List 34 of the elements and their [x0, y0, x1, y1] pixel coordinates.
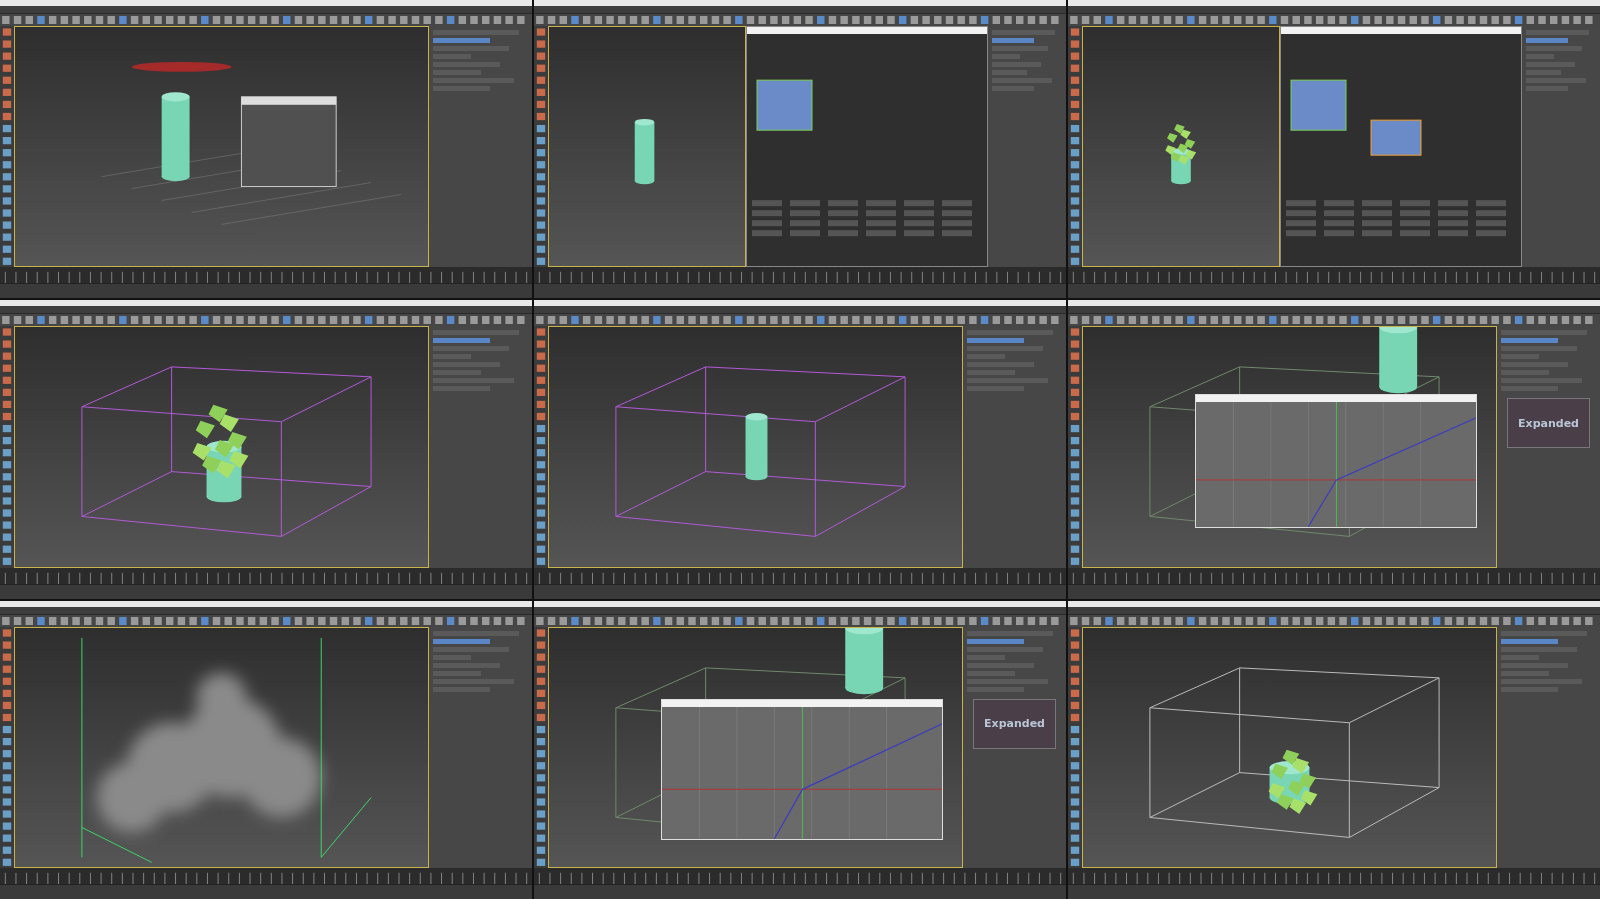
- side-icons-drawing[interactable]: [534, 26, 548, 268]
- timeline-track[interactable]: [534, 868, 1066, 884]
- side-icons-drawing[interactable]: [534, 326, 548, 568]
- side-icons-drawing[interactable]: [1068, 326, 1082, 568]
- timeline-track[interactable]: [0, 868, 532, 884]
- side-icons-drawing[interactable]: [0, 626, 14, 868]
- viewport[interactable]: [1082, 626, 1497, 868]
- viewport[interactable]: [1082, 326, 1497, 568]
- graph-node[interactable]: [1290, 79, 1347, 131]
- viewport[interactable]: [1082, 26, 1280, 268]
- timeline-track[interactable]: [0, 267, 532, 284]
- graph-node[interactable]: [1370, 119, 1422, 156]
- graph-node[interactable]: [756, 79, 813, 131]
- side-icons-drawing[interactable]: [1068, 26, 1082, 268]
- side-icons-drawing[interactable]: [1068, 626, 1082, 868]
- cylinder-drawing: [745, 413, 768, 481]
- cylinder-drawing: [845, 627, 884, 694]
- viewport[interactable]: [14, 326, 429, 568]
- timeline-track[interactable]: [534, 267, 1066, 284]
- timeline-track[interactable]: [1068, 267, 1600, 284]
- side-icons-drawing[interactable]: [0, 26, 14, 268]
- cylinder-drawing: [634, 118, 655, 185]
- fractured-pieces-drawing: [1165, 124, 1197, 165]
- viewport[interactable]: [14, 26, 429, 268]
- curve-preview-label: Expanded: [984, 717, 1045, 731]
- viewport[interactable]: [548, 326, 963, 568]
- viewport[interactable]: [548, 26, 746, 268]
- fractured-pieces-drawing: [1268, 749, 1318, 814]
- timeline-track[interactable]: [1068, 868, 1600, 884]
- curve-preview-label: Expanded: [1518, 416, 1579, 430]
- cylinder-drawing: [1379, 327, 1418, 394]
- side-icons-drawing[interactable]: [0, 326, 14, 568]
- viewport[interactable]: [548, 626, 963, 868]
- side-icons-drawing[interactable]: [534, 626, 548, 868]
